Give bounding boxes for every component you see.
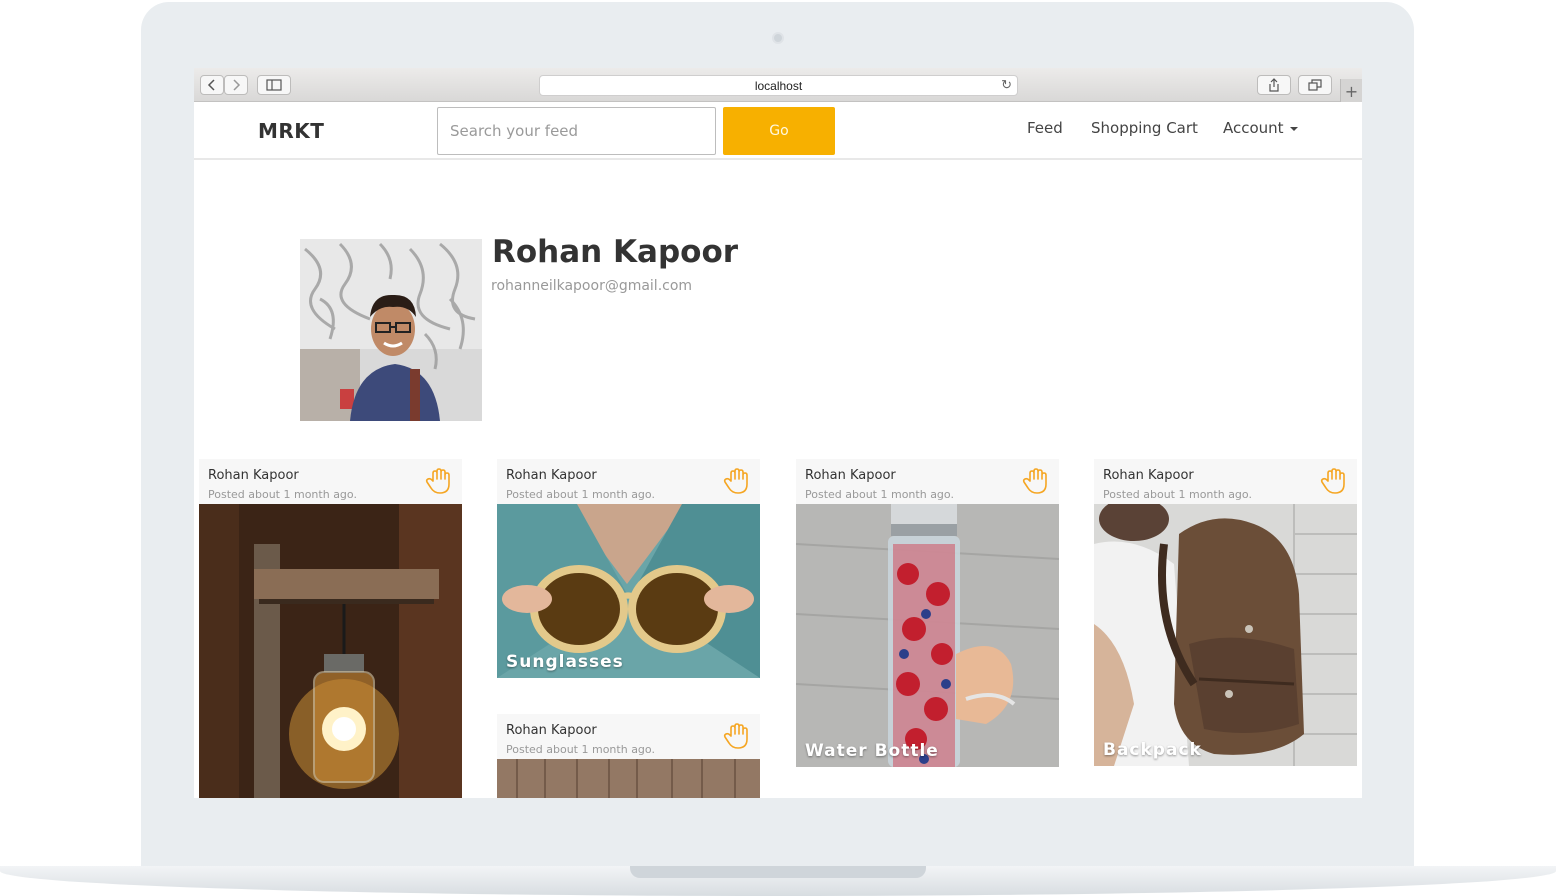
tabs-button[interactable] xyxy=(1298,75,1332,95)
nav-link-shopping-cart[interactable]: Shopping Cart xyxy=(1091,119,1198,137)
post-author[interactable]: Rohan Kapoor xyxy=(805,468,896,483)
post-card[interactable]: Rohan Kapoor Posted about 1 month ago. xyxy=(497,714,760,798)
tabs-icon xyxy=(1308,79,1322,91)
card-header: Rohan Kapoor Posted about 1 month ago. xyxy=(497,714,760,759)
card-header: Rohan Kapoor Posted about 1 month ago. xyxy=(199,459,462,504)
post-time: Posted about 1 month ago. xyxy=(1103,488,1252,501)
profile-avatar xyxy=(300,239,482,421)
forward-button[interactable] xyxy=(224,75,248,95)
post-author[interactable]: Rohan Kapoor xyxy=(208,468,299,483)
post-time: Posted about 1 month ago. xyxy=(506,488,655,501)
hand-icon[interactable] xyxy=(722,467,750,495)
nav-account-dropdown[interactable]: Account xyxy=(1223,119,1298,137)
caret-down-icon xyxy=(1289,126,1298,131)
reload-icon[interactable]: ↻ xyxy=(1001,77,1012,93)
share-icon xyxy=(1269,78,1279,92)
browser-toolbar: localhost ↻ xyxy=(194,68,1362,102)
back-button[interactable] xyxy=(200,75,224,95)
post-time: Posted about 1 month ago. xyxy=(208,488,357,501)
profile-email: rohanneilkapoor@gmail.com xyxy=(491,278,693,294)
post-title: Water Bottle xyxy=(805,741,939,761)
card-header: Rohan Kapoor Posted about 1 month ago. xyxy=(497,459,760,504)
post-card[interactable]: Rohan Kapoor Posted about 1 month ago. xyxy=(796,459,1059,767)
url-text: localhost xyxy=(754,78,803,93)
hand-icon[interactable] xyxy=(1319,467,1347,495)
post-author[interactable]: Rohan Kapoor xyxy=(1103,468,1194,483)
post-card[interactable]: Rohan Kapoor Posted about 1 month ago. xyxy=(199,459,462,798)
brand-logo[interactable]: MRKT xyxy=(258,119,324,143)
hand-icon[interactable] xyxy=(722,722,750,750)
post-time: Posted about 1 month ago. xyxy=(506,743,655,756)
hand-icon[interactable] xyxy=(424,467,452,495)
nav-link-feed[interactable]: Feed xyxy=(1027,119,1063,137)
post-title: Sunglasses xyxy=(506,652,624,672)
hand-icon[interactable] xyxy=(1021,467,1049,495)
post-image-sunglasses[interactable]: Sunglasses xyxy=(497,504,760,678)
laptop-notch xyxy=(630,866,926,878)
address-bar[interactable]: localhost ↻ xyxy=(539,75,1018,96)
card-header: Rohan Kapoor Posted about 1 month ago. xyxy=(1094,459,1357,504)
browser-window: localhost ↻ + MRKT Go Feed Shopping Cart… xyxy=(194,68,1362,798)
go-button[interactable]: Go xyxy=(723,107,835,155)
post-image-wood[interactable] xyxy=(497,759,760,798)
camera-icon xyxy=(772,32,784,44)
post-time: Posted about 1 month ago. xyxy=(805,488,954,501)
sidebar-button[interactable] xyxy=(257,75,291,95)
sidebar-icon xyxy=(266,79,282,91)
site-navbar: MRKT Go Feed Shopping Cart Account xyxy=(194,102,1362,160)
post-image-backpack[interactable]: Backpack xyxy=(1094,504,1357,766)
post-title: Backpack xyxy=(1103,740,1202,760)
post-card[interactable]: Rohan Kapoor Posted about 1 month ago. xyxy=(1094,459,1357,766)
plus-icon: + xyxy=(1344,81,1359,101)
post-author[interactable]: Rohan Kapoor xyxy=(506,468,597,483)
share-button[interactable] xyxy=(1257,75,1291,95)
post-image-lamp[interactable] xyxy=(199,504,462,798)
card-header: Rohan Kapoor Posted about 1 month ago. xyxy=(796,459,1059,504)
post-image-water-bottle[interactable]: Water Bottle xyxy=(796,504,1059,767)
nav-link-account: Account xyxy=(1223,119,1284,137)
profile-name: Rohan Kapoor xyxy=(492,234,739,270)
search-input[interactable] xyxy=(437,107,716,155)
post-card[interactable]: Rohan Kapoor Posted about 1 month ago. S… xyxy=(497,459,760,678)
post-author[interactable]: Rohan Kapoor xyxy=(506,723,597,738)
chevron-left-icon xyxy=(207,79,215,91)
new-tab-button[interactable]: + xyxy=(1340,79,1362,103)
chevron-right-icon xyxy=(233,79,241,91)
